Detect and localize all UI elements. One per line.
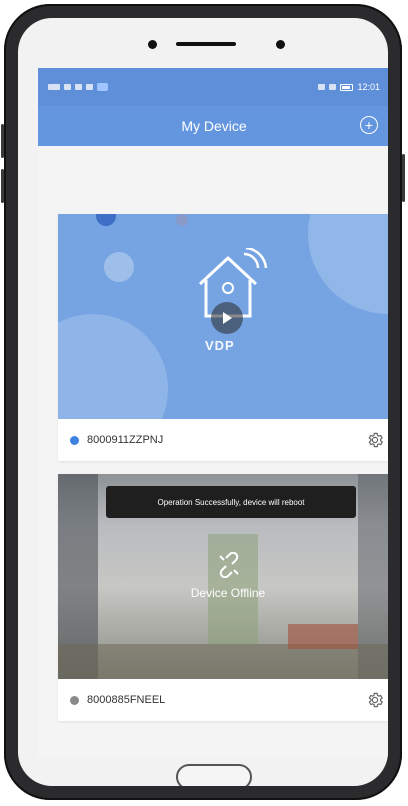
thumbnail-label: VDP [205, 338, 235, 353]
device-id: 8000885FNEEL [87, 694, 166, 706]
app-screen: 12:01 My Device + VDP 8000911ZZPNJ Opera… [38, 68, 388, 758]
device-card[interactable]: VDP 8000911ZZPNJ [58, 214, 388, 461]
app-notification-icon [97, 83, 108, 91]
broken-link-icon [219, 552, 239, 578]
volume-up-button [1, 124, 4, 158]
speaker-grille [176, 42, 236, 46]
add-device-button[interactable]: + [360, 116, 378, 134]
decor-circle [176, 214, 188, 226]
scene-desk [288, 624, 358, 649]
app-header: My Device + [38, 106, 388, 146]
front-camera [148, 40, 157, 49]
offline-status-icon [70, 695, 79, 705]
phone-bezel: 12:01 My Device + VDP 8000911ZZPNJ Opera… [18, 18, 388, 786]
proximity-sensor [276, 40, 285, 49]
plus-circle-icon: + [364, 117, 374, 133]
offline-label: Device Offline [190, 586, 266, 600]
nfc-icon [318, 84, 326, 90]
wifi-icon [75, 84, 82, 90]
phone-frame: 12:01 My Device + VDP 8000911ZZPNJ Opera… [1, 4, 405, 800]
decor-circle [308, 214, 388, 314]
volume-down-button [1, 169, 4, 203]
page-title: My Device [181, 118, 247, 134]
scene-floor [58, 644, 388, 679]
decor-circle [96, 214, 116, 226]
device-footer: 8000885FNEEL [58, 679, 388, 721]
status-time: 12:01 [357, 82, 380, 92]
vibrate-icon [329, 84, 337, 90]
status-bar: 12:01 [38, 68, 388, 106]
status-left-icons [48, 83, 108, 91]
device-id: 8000911ZZPNJ [87, 434, 164, 446]
battery-icon [340, 83, 354, 91]
device-thumbnail[interactable]: VDP [58, 214, 388, 419]
device-card[interactable]: Operation Successfully, device will rebo… [58, 474, 388, 721]
online-status-icon [70, 435, 79, 445]
device-footer: 8000911ZZPNJ [58, 419, 388, 461]
signal-icon [64, 84, 71, 90]
data-icon [86, 84, 93, 90]
toast-message: Operation Successfully, device will rebo… [106, 486, 356, 518]
home-button[interactable] [176, 764, 252, 786]
decor-circle [58, 314, 168, 419]
sim-icon [48, 84, 60, 90]
decor-circle [104, 252, 134, 282]
gear-icon[interactable] [366, 691, 384, 709]
play-button[interactable] [211, 302, 243, 334]
play-icon [223, 312, 232, 324]
device-thumbnail[interactable]: Operation Successfully, device will rebo… [58, 474, 388, 679]
gear-icon[interactable] [366, 431, 384, 449]
power-button [402, 154, 405, 202]
status-right-icons: 12:01 [318, 82, 380, 92]
